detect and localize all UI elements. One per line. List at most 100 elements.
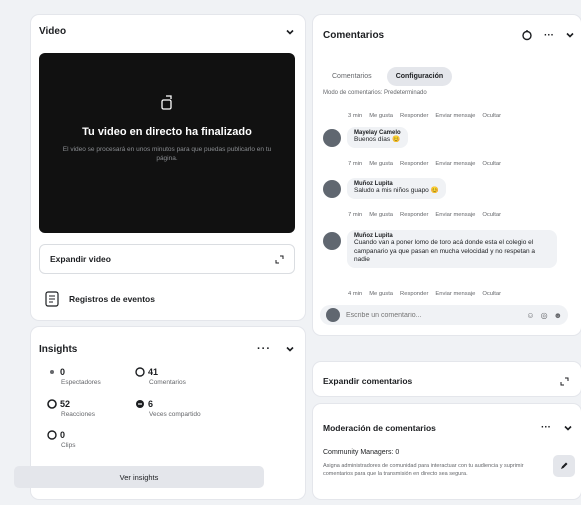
metric-label: Comentarios — [149, 379, 186, 386]
comment-time: 4 min — [348, 291, 363, 297]
avatar[interactable] — [323, 232, 341, 250]
refresh-icon[interactable] — [521, 29, 533, 41]
event-log-label: Registros de eventos — [69, 294, 155, 304]
comment-actions: 7 min Me gusta Responder Enviar mensaje … — [348, 161, 501, 167]
comment-mode-text: Modo de comentarios: Predeterminado — [323, 90, 427, 96]
video-header: Video — [39, 26, 295, 37]
comment-time: 7 min — [348, 212, 363, 218]
metric-shares: 6 Veces compartido — [135, 399, 201, 418]
expand-comments-card[interactable]: Expandir comentarios — [313, 362, 581, 396]
metric-label: Veces compartido — [149, 411, 201, 418]
comment-time: 3 min — [348, 113, 363, 119]
avatar — [326, 308, 340, 322]
send-message-link[interactable]: Enviar mensaje — [435, 291, 475, 297]
metric-value: 0 — [60, 430, 66, 440]
chevron-down-icon[interactable] — [563, 423, 573, 433]
comment-actions: 4 min Me gusta Responder Enviar mensaje … — [348, 291, 501, 297]
insights-header: Insights ··· — [39, 343, 295, 355]
avatar[interactable] — [323, 129, 341, 147]
like-link[interactable]: Me gusta — [369, 161, 393, 167]
document-icon — [45, 291, 59, 307]
reply-link[interactable]: Responder — [400, 113, 428, 119]
tab-comments[interactable]: Comentarios — [323, 67, 381, 86]
send-message-link[interactable]: Enviar mensaje — [435, 212, 475, 218]
video-ended-icon — [161, 95, 172, 110]
reaction-icon — [47, 399, 57, 409]
comment-text: Cuando van a poner lomo de toro acá dond… — [354, 239, 536, 263]
sticker-icon[interactable]: ☻ — [554, 311, 562, 320]
event-log-button[interactable]: Registros de eventos — [45, 291, 155, 307]
hide-link[interactable]: Ocultar — [482, 113, 501, 119]
camera-icon[interactable]: ◎ — [541, 311, 548, 320]
avatar[interactable] — [323, 180, 341, 198]
metric-value: 41 — [148, 367, 159, 377]
metric-value: 0 — [60, 367, 66, 377]
like-link[interactable]: Me gusta — [369, 212, 393, 218]
comments-card: Comentarios ··· Comentarios Configuració… — [313, 15, 581, 335]
more-options-icon[interactable]: ··· — [544, 30, 554, 41]
chevron-down-icon[interactable] — [285, 344, 295, 354]
moderation-header: Moderación de comentarios ··· — [323, 422, 573, 433]
chevron-down-icon[interactable] — [565, 30, 575, 40]
comment-icon — [135, 367, 145, 377]
tab-settings[interactable]: Configuración — [386, 67, 453, 86]
metric-comments: 41 Comentarios — [135, 367, 186, 386]
video-card: Video Tu video en directo ha finalizado … — [31, 15, 305, 320]
reply-link[interactable]: Responder — [400, 161, 428, 167]
expand-icon — [275, 255, 284, 263]
comment-actions: 7 min Me gusta Responder Enviar mensaje … — [348, 212, 501, 218]
send-message-link[interactable]: Enviar mensaje — [435, 161, 475, 167]
like-link[interactable]: Me gusta — [369, 113, 393, 119]
pencil-icon — [561, 462, 568, 469]
insights-title: Insights — [39, 343, 78, 355]
comment-bubble: Muñoz Lupita Saludo a mis niños guapo 😊 — [347, 178, 446, 199]
community-managers-label: Community Managers: 0 — [323, 449, 400, 456]
reply-link[interactable]: Responder — [400, 291, 428, 297]
edit-managers-button[interactable] — [553, 455, 575, 477]
more-options-icon[interactable]: ··· — [541, 422, 551, 433]
expand-video-button[interactable]: Expandir video — [39, 244, 295, 274]
metric-reactions: 52 Reacciones — [47, 399, 95, 418]
chevron-down-icon[interactable] — [285, 27, 295, 37]
hide-link[interactable]: Ocultar — [482, 291, 501, 297]
clip-icon — [47, 430, 57, 440]
comments-title: Comentarios — [323, 29, 385, 41]
comment-text: Buenos días 😊 — [354, 136, 401, 143]
comment-input[interactable] — [346, 311, 521, 319]
comment-bubble: Mayelay Camelo Buenos días 😊 — [347, 127, 408, 148]
video-player: Tu video en directo ha finalizado El vid… — [39, 53, 295, 233]
comment-item: Mayelay Camelo Buenos días 😊 — [323, 127, 408, 148]
video-ended-title: Tu video en directo ha finalizado — [82, 126, 252, 138]
share-icon — [136, 400, 144, 408]
metric-value: 52 — [60, 399, 71, 409]
expand-comments-label: Expandir comentarios — [323, 376, 413, 386]
comment-time: 7 min — [348, 161, 363, 167]
expand-comments-row: Expandir comentarios — [323, 376, 569, 386]
hide-link[interactable]: Ocultar — [482, 161, 501, 167]
send-message-link[interactable]: Enviar mensaje — [435, 113, 475, 119]
emoji-icon[interactable]: ☺ — [526, 311, 534, 320]
more-options-icon[interactable]: ··· — [257, 343, 271, 355]
community-managers-description: Asigna administradores de comunidad para… — [323, 463, 524, 477]
metric-label: Reacciones — [61, 411, 95, 418]
moderation-title: Moderación de comentarios — [323, 422, 436, 433]
expand-video-label: Expandir video — [50, 254, 111, 264]
comments-tabs: Comentarios Configuración — [323, 67, 453, 86]
reply-link[interactable]: Responder — [400, 212, 428, 218]
hide-link[interactable]: Ocultar — [482, 212, 501, 218]
video-title: Video — [39, 26, 67, 37]
view-insights-button[interactable]: Ver insights — [14, 466, 264, 488]
metric-clips: 0 Clips — [47, 430, 75, 449]
video-ended-description: El video se procesará en unos minutos pa… — [62, 146, 272, 162]
metric-label: Clips — [61, 442, 76, 449]
metric-value: 6 — [148, 399, 154, 409]
expand-icon — [560, 377, 569, 385]
comment-composer: ☺ ◎ ☻ — [320, 305, 568, 325]
metric-label: Espectadores — [61, 379, 101, 386]
comment-actions: 3 min Me gusta Responder Enviar mensaje … — [348, 113, 501, 119]
comment-bubble: Muñoz Lupita Cuando van a poner lomo de … — [347, 230, 557, 268]
comment-text: Saludo a mis niños guapo 😊 — [354, 187, 439, 194]
metric-viewers: 0 Espectadores — [47, 367, 101, 386]
like-link[interactable]: Me gusta — [369, 291, 393, 297]
eye-icon — [50, 370, 54, 374]
